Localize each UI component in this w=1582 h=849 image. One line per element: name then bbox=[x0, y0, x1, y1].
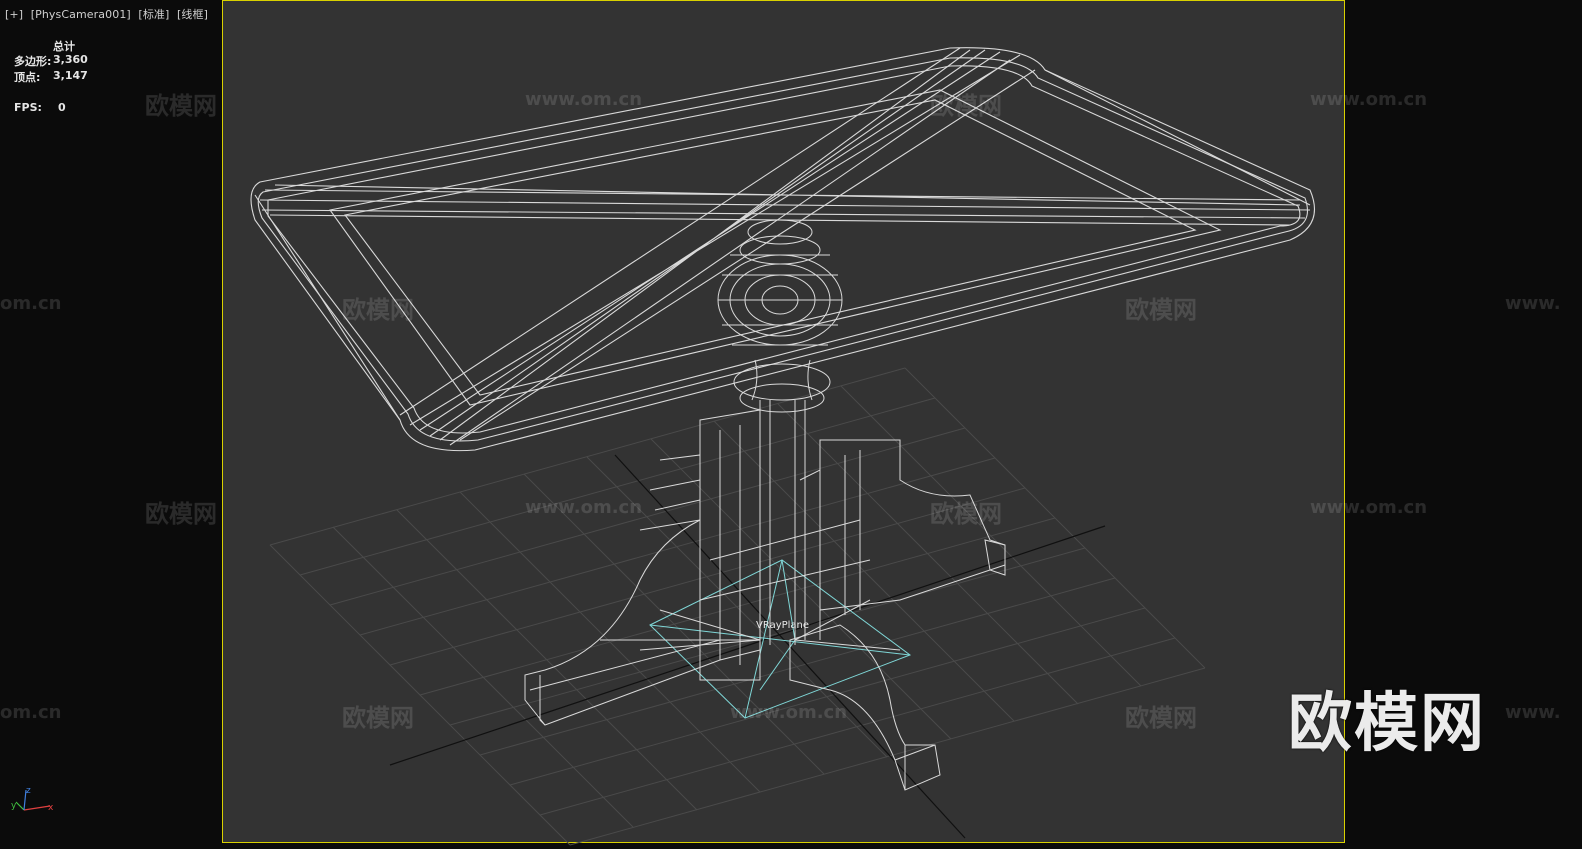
viewport-label: [+] [PhysCamera001] [标准] [线框] bbox=[5, 6, 212, 22]
watermark-url: om.cn bbox=[0, 702, 62, 723]
axis-gizmo-icon: x y z bbox=[11, 786, 54, 813]
fps-value: 0 bbox=[58, 101, 66, 114]
display-mode-selector[interactable]: [线框] bbox=[177, 8, 208, 21]
viewport-menu-button[interactable]: [+] bbox=[5, 8, 23, 21]
x-axis-label: x bbox=[48, 803, 54, 813]
watermark-url: www. bbox=[1505, 293, 1561, 314]
z-axis-label: z bbox=[26, 786, 31, 796]
vray-plane-label[interactable]: VRayPlane bbox=[756, 620, 809, 631]
safe-frame-viewport[interactable] bbox=[222, 0, 1345, 843]
x-axis-line bbox=[23, 805, 51, 811]
y-axis-line bbox=[15, 801, 25, 811]
polygons-value: 3,360 bbox=[53, 53, 88, 66]
vertices-label: 顶点: bbox=[14, 71, 41, 84]
fps-label: FPS: bbox=[14, 101, 42, 114]
shading-selector[interactable]: [标准] bbox=[138, 8, 169, 21]
watermark-url: www. bbox=[1505, 702, 1561, 723]
stats-header: 总计 bbox=[53, 40, 75, 53]
vertices-value: 3,147 bbox=[53, 69, 88, 82]
watermark-url: om.cn bbox=[0, 293, 62, 314]
y-axis-label: y bbox=[11, 801, 17, 811]
camera-selector[interactable]: [PhysCamera001] bbox=[31, 8, 131, 21]
watermark-logo-text: 欧模网 bbox=[145, 500, 217, 528]
watermark-logo-text: 欧模网 bbox=[145, 92, 217, 120]
polygons-label: 多边形: bbox=[14, 55, 52, 68]
